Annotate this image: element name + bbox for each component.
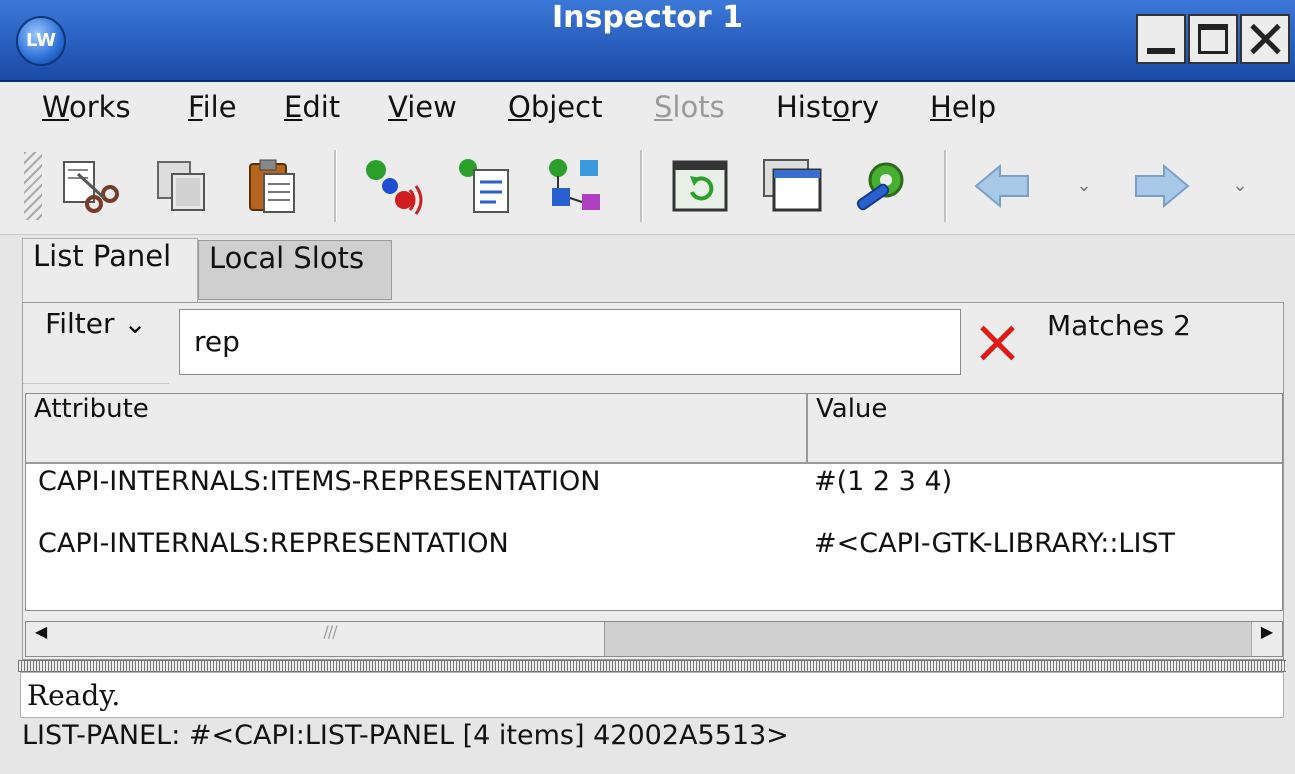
scroll-left-icon[interactable]: ◀	[26, 622, 56, 656]
clear-filter-icon[interactable]	[979, 325, 1015, 361]
scroll-right-icon[interactable]: ▶	[1251, 622, 1282, 656]
attribute-cell: CAPI-INTERNALS:ITEMS-REPRESENTATION	[38, 466, 601, 497]
back-icon[interactable]	[970, 154, 1034, 218]
minimize-button[interactable]	[1136, 14, 1186, 64]
column-header-value[interactable]: Value	[808, 394, 1282, 464]
cut-icon[interactable]	[58, 154, 122, 218]
matches-count: Matches 2	[1047, 309, 1191, 342]
value-cell: #(1 2 3 4)	[814, 466, 953, 497]
inspect-objects-icon[interactable]	[360, 154, 424, 218]
title-bar[interactable]: LW Inspector 1	[0, 0, 1295, 82]
menu-help[interactable]: Help	[930, 90, 996, 130]
paste-icon[interactable]	[240, 154, 304, 218]
pane-splitter[interactable]	[18, 660, 1286, 672]
filter-label: Filter	[45, 307, 115, 340]
browse-class-icon[interactable]	[452, 154, 516, 218]
copy-icon[interactable]	[150, 154, 214, 218]
attribute-table: Attribute Value CAPI-INTERNALS:ITEMS-REP…	[25, 393, 1283, 611]
preferences-icon[interactable]	[850, 154, 914, 218]
tab-local-slots[interactable]: Local Slots	[198, 240, 392, 300]
filter-dropdown[interactable]: Filter ⌄	[23, 307, 169, 384]
toolbar: ⌄ ⌄	[0, 138, 1295, 235]
menu-works[interactable]: Works	[42, 90, 131, 130]
inspector-window: LW Inspector 1 Works File Edit View Obje…	[0, 0, 1295, 774]
menu-object[interactable]: Object	[508, 90, 602, 130]
toolbar-grip[interactable]	[24, 152, 42, 220]
menu-history[interactable]: History	[776, 90, 879, 130]
menu-slots[interactable]: Slots	[654, 90, 725, 130]
toolbar-separator	[640, 150, 643, 222]
menu-bar: Works File Edit View Object Slots Histor…	[0, 82, 1295, 139]
forward-icon[interactable]	[1130, 154, 1194, 218]
clone-window-icon[interactable]	[760, 154, 824, 218]
scrollbar-thumb[interactable]: ///	[56, 622, 605, 656]
window-title: Inspector 1	[551, 0, 744, 35]
toolbar-separator	[334, 150, 337, 222]
back-history-dropdown[interactable]: ⌄	[1070, 168, 1098, 204]
tab-bar: List Panel Local Slots	[0, 234, 1295, 306]
refresh-icon[interactable]	[668, 154, 732, 218]
tab-list-panel[interactable]: List Panel	[22, 238, 198, 306]
menu-file[interactable]: File	[188, 90, 237, 130]
toolbar-separator	[944, 150, 947, 222]
status-bar: LIST-PANEL: #<CAPI:LIST-PANEL [4 items] …	[22, 720, 789, 751]
class-tree-icon[interactable]	[544, 154, 608, 218]
attribute-cell: CAPI-INTERNALS:REPRESENTATION	[38, 528, 509, 559]
horizontal-scrollbar[interactable]: ◀ /// ▶	[25, 621, 1283, 657]
filter-input[interactable]: rep	[179, 309, 961, 375]
forward-history-dropdown[interactable]: ⌄	[1226, 168, 1254, 204]
maximize-button[interactable]	[1188, 14, 1238, 64]
close-window-button[interactable]	[1240, 14, 1290, 64]
menu-view[interactable]: View	[388, 90, 457, 130]
list-panel: Filter ⌄ rep Matches 2 Attribute Value C…	[22, 302, 1284, 660]
value-cell: #<CAPI-GTK-LIBRARY::LIST	[814, 528, 1176, 559]
column-header-attribute[interactable]: Attribute	[26, 394, 808, 464]
menu-edit[interactable]: Edit	[284, 90, 340, 130]
table-row[interactable]: CAPI-INTERNALS:REPRESENTATION #<CAPI-GTK…	[26, 528, 1282, 588]
chevron-down-icon: ⌄	[123, 307, 147, 340]
message-area: Ready.	[20, 672, 1284, 718]
table-row[interactable]: CAPI-INTERNALS:ITEMS-REPRESENTATION #(1 …	[26, 466, 1282, 526]
